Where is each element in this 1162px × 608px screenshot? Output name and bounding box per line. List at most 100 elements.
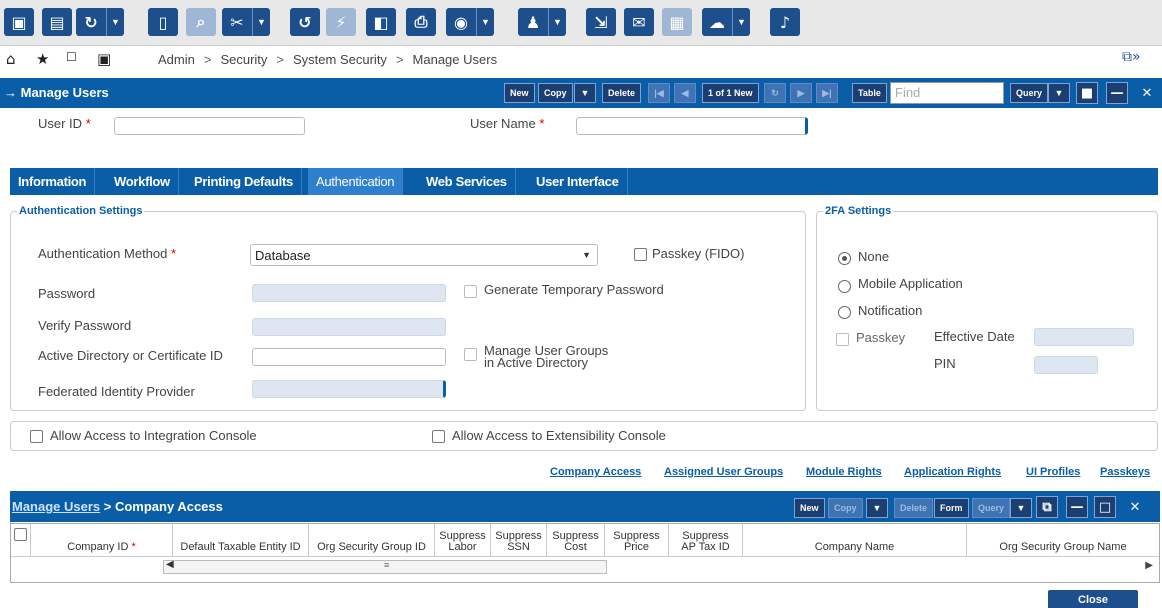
twofa-notification-radio[interactable]: [838, 306, 851, 319]
save-close-icon[interactable]: ▤: [42, 8, 72, 36]
ca-query-dropdown-icon[interactable]: ▼: [1010, 498, 1032, 518]
application-rights-link[interactable]: Application Rights: [904, 466, 1001, 478]
copy-dropdown-icon[interactable]: ▼: [574, 83, 596, 103]
ca-maximize-icon[interactable]: □: [1094, 496, 1116, 518]
ad-cert-input[interactable]: [252, 348, 446, 366]
manage-user-groups-line2: in Active Directory: [484, 355, 589, 370]
integration-console-checkbox[interactable]: [30, 430, 43, 443]
user-id-input[interactable]: [114, 117, 305, 135]
expand-panel-icon[interactable]: ⧉»: [1122, 49, 1152, 69]
twofa-none-radio[interactable]: [838, 252, 851, 265]
breadcrumb-item[interactable]: Security: [220, 52, 267, 67]
auth-method-label: Authentication Method *: [38, 246, 177, 261]
breadcrumb-item[interactable]: System Security: [293, 52, 387, 67]
new-button[interactable]: New: [504, 83, 535, 103]
record-count-button[interactable]: 1 of 1 New: [702, 83, 759, 103]
effective-date-label: Effective Date: [934, 329, 1015, 344]
ca-new-button[interactable]: New: [794, 498, 825, 518]
col-suppress-ap-l2: AP Tax ID: [681, 541, 730, 553]
twofa-settings-title: 2FA Settings: [823, 205, 894, 217]
home-icon[interactable]: ⌂: [6, 50, 16, 68]
scroll-left-icon[interactable]: ◀: [166, 559, 174, 570]
select-all-checkbox-header[interactable]: [11, 524, 31, 556]
main-toolbar: ▣ ▤ ↻ ▼ ▯ ⌕ ✂ ▼ ↺ ⚡ ◧ ⎙ ◉ ▼ ♟ ▼ ⇲ ✉ ▦ ☁ …: [0, 0, 1162, 46]
close-icon[interactable]: ✕: [1136, 82, 1158, 104]
col-suppress-cost[interactable]: Suppress Cost: [547, 524, 605, 556]
company-access-grid: Company ID * Default Taxable Entity ID O…: [10, 523, 1160, 583]
ui-profiles-link[interactable]: UI Profiles: [1026, 466, 1080, 478]
copy-button[interactable]: Copy: [538, 83, 573, 103]
scroll-right-icon[interactable]: ▶: [1145, 560, 1153, 571]
breadcrumb: Admin > Security > System Security > Manage Us…: [158, 52, 498, 67]
col-org-security-group-id[interactable]: Org Security Group ID: [309, 524, 435, 556]
assigned-user-groups-link[interactable]: Assigned User Groups: [664, 466, 783, 478]
page-icon[interactable]: ☐: [66, 50, 77, 64]
twofa-mobile-radio[interactable]: [838, 280, 851, 293]
attachment-icon[interactable]: ◧: [366, 8, 396, 36]
restore-window-icon[interactable]: ■: [1076, 82, 1098, 104]
col-suppress-ap-tax-id[interactable]: Suppress AP Tax ID: [669, 524, 743, 556]
table-button[interactable]: Table: [852, 83, 887, 103]
minimize-icon[interactable]: —: [1106, 82, 1128, 104]
refresh-icon[interactable]: ↻: [76, 8, 106, 36]
ca-popout-icon[interactable]: ⧉: [1036, 496, 1058, 518]
tab-printing-defaults[interactable]: Printing Defaults: [186, 168, 302, 195]
user-name-input[interactable]: [576, 117, 808, 135]
microphone-icon[interactable]: ♪: [770, 8, 800, 36]
col-org-security-group-name[interactable]: Org Security Group Name: [967, 524, 1159, 556]
breadcrumb-item[interactable]: Admin: [158, 52, 195, 67]
ca-close-icon[interactable]: ✕: [1124, 496, 1146, 518]
federated-identity-input[interactable]: [252, 380, 446, 398]
tab-authentication[interactable]: Authentication: [308, 168, 404, 195]
save-icon[interactable]: ▣: [4, 8, 34, 36]
search-icon: ⌕: [186, 8, 216, 36]
select-all-checkbox[interactable]: [14, 528, 27, 541]
camera-icon[interactable]: ◉: [446, 8, 476, 36]
col-default-taxable-entity[interactable]: Default Taxable Entity ID: [173, 524, 309, 556]
close-button[interactable]: Close: [1048, 590, 1138, 608]
col-company-name[interactable]: Company Name: [743, 524, 967, 556]
module-rights-link[interactable]: Module Rights: [806, 466, 882, 478]
horizontal-scrollbar[interactable]: ◀ ≡: [163, 559, 607, 574]
tab-information[interactable]: Information: [10, 168, 96, 195]
tab-workflow[interactable]: Workflow: [106, 168, 179, 195]
users-icon[interactable]: ♟: [518, 8, 548, 36]
company-access-link[interactable]: Company Access: [550, 466, 641, 478]
refresh-dropdown-icon[interactable]: ▼: [106, 8, 124, 36]
cut-dropdown-icon[interactable]: ▼: [252, 8, 270, 36]
delete-button[interactable]: Delete: [602, 83, 642, 103]
col-company-id[interactable]: Company ID *: [31, 524, 173, 556]
query-dropdown-icon[interactable]: ▼: [1048, 83, 1070, 103]
cloud-icon[interactable]: ☁: [702, 8, 732, 36]
cut-icon[interactable]: ✂: [222, 8, 252, 36]
camera-dropdown-icon[interactable]: ▼: [476, 8, 494, 36]
tab-web-services[interactable]: Web Services: [418, 168, 516, 195]
manage-users-link[interactable]: Manage Users: [12, 499, 100, 514]
tab-user-interface[interactable]: User Interface: [528, 168, 628, 195]
ca-minimize-icon[interactable]: —: [1066, 496, 1088, 518]
passkey-fido-checkbox[interactable]: [634, 248, 647, 261]
layout-icon[interactable]: ▣: [97, 50, 111, 68]
integration-console-label: Allow Access to Integration Console: [50, 428, 257, 443]
print-icon[interactable]: ⎙: [406, 8, 436, 36]
ca-copy-dropdown-icon[interactable]: ▼: [866, 498, 888, 518]
cloud-dropdown-icon[interactable]: ▼: [732, 8, 750, 36]
query-button[interactable]: Query: [1010, 83, 1049, 103]
auth-method-select[interactable]: Database ▼: [250, 244, 598, 266]
export-icon[interactable]: ⇲: [586, 8, 616, 36]
star-icon[interactable]: ★: [36, 50, 49, 68]
find-input[interactable]: Find: [890, 82, 1004, 104]
header-title-wrap: → Manage Users: [4, 85, 109, 100]
document-icon[interactable]: ▯: [148, 8, 178, 36]
extensibility-console-checkbox[interactable]: [432, 430, 445, 443]
scroll-thumb-icon[interactable]: ≡: [384, 560, 389, 570]
passkeys-link[interactable]: Passkeys: [1100, 466, 1150, 478]
chat-icon[interactable]: ✉: [624, 8, 654, 36]
col-suppress-labor[interactable]: Suppress Labor: [435, 524, 491, 556]
users-dropdown-icon[interactable]: ▼: [548, 8, 566, 36]
history-icon[interactable]: ↺: [290, 8, 320, 36]
col-suppress-price[interactable]: Suppress Price: [605, 524, 669, 556]
ca-form-button[interactable]: Form: [934, 498, 969, 518]
sync-icon: ↻: [764, 83, 786, 103]
col-suppress-ssn[interactable]: Suppress SSN: [491, 524, 547, 556]
